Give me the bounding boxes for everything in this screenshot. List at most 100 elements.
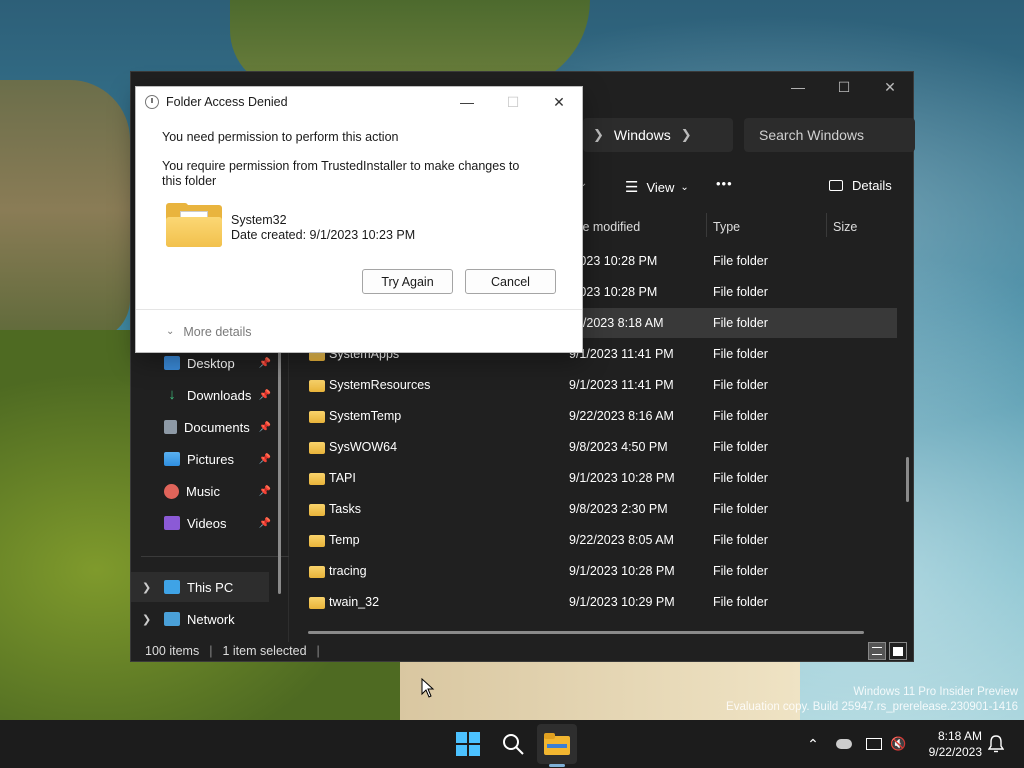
file-type: File folder [713,564,768,578]
more-details-label: More details [183,324,252,339]
chevron-right-icon[interactable]: ❯ [142,613,151,626]
picture-icon [164,452,180,466]
nav-item-pictures[interactable]: Pictures 📌 [131,444,271,474]
more-icon: ••• [716,176,733,191]
chevron-right-icon[interactable]: ❯ [681,127,692,143]
onedrive-icon[interactable] [836,739,852,749]
address-bar[interactable]: ❯ Windows ❯ [583,118,733,152]
nav-divider [141,556,289,557]
large-icons-view-icon[interactable] [889,642,907,660]
file-date: 9/22/2023 8:16 AM [569,409,674,423]
folder-icon [309,597,325,609]
column-date-modified[interactable]: te modified [579,220,640,234]
nav-item-documents[interactable]: Documents 📌 [131,412,271,442]
file-type: File folder [713,595,768,609]
file-row[interactable]: TAPI 9/1/2023 10:28 PM File folder [301,463,897,493]
nav-item-label: Desktop [187,355,235,371]
nav-item-label: This PC [187,579,234,595]
try-again-button[interactable]: Try Again [362,269,453,294]
desktop-icon [164,356,180,370]
file-row[interactable]: Temp 9/22/2023 8:05 AM File folder [301,525,897,555]
close-button[interactable]: ✕ [867,72,913,102]
dialog-titlebar[interactable]: Folder Access Denied — ☐ ✕ [136,87,582,117]
active-app-indicator [549,764,565,767]
view-button[interactable]: ☰ View ⌄ [625,178,689,196]
maximize-button: ☐ [506,93,520,110]
search-input[interactable]: Search Windows [744,118,915,152]
taskbar: ⌃ 🔇 8:18 AM 9/22/2023 [0,720,1024,768]
nav-item-music[interactable]: Music 📌 [131,476,271,506]
clock-icon [145,95,159,109]
status-divider: | [209,644,213,658]
column-size[interactable]: Size [833,220,857,234]
notifications-button[interactable] [978,720,1014,768]
system-tray: ⌃ 🔇 [804,720,906,768]
nav-item-label: Videos [187,515,227,531]
file-name: TAPI [329,471,356,485]
dialog-title: Folder Access Denied [166,95,288,109]
dialog-message: You need permission to perform this acti… [162,130,399,144]
search-button[interactable] [493,720,533,768]
maximize-button[interactable]: ☐ [821,72,867,102]
folder-icon [309,535,325,547]
column-divider[interactable] [826,213,827,237]
file-row[interactable]: twain_32 9/1/2023 10:29 PM File folder [301,587,897,617]
chevron-up-icon[interactable]: ⌃ [804,736,822,753]
folder-date-created: Date created: 9/1/2023 10:23 PM [231,228,416,242]
more-options-button[interactable]: ••• [716,176,733,191]
cancel-button[interactable]: Cancel [465,269,556,294]
nav-item-videos[interactable]: Videos 📌 [131,508,271,538]
minimize-button[interactable]: — [775,72,821,102]
details-view-icon[interactable] [868,642,886,660]
file-row[interactable]: Tasks 9/8/2023 2:30 PM File folder [301,494,897,524]
horizontal-scrollbar[interactable] [308,631,864,634]
nav-item-this-pc[interactable]: ❯ This PC [131,572,269,602]
windows-logo-icon [456,732,480,756]
explorer-caption-buttons: — ☐ ✕ [775,72,913,102]
folder-icon [309,380,325,392]
file-explorer-taskbar-button[interactable] [537,724,577,764]
file-type: File folder [713,316,768,330]
view-toggle [868,642,907,660]
file-date: 9/1/2023 10:28 PM [569,564,675,578]
chevron-down-icon: ⌄ [166,326,175,337]
pin-icon: 📌 [258,517,271,529]
file-row[interactable]: SystemTemp 9/22/2023 8:16 AM File folder [301,401,897,431]
mouse-cursor-icon [421,678,435,698]
file-row[interactable]: SystemResources 9/1/2023 11:41 PM File f… [301,370,897,400]
breadcrumb-windows[interactable]: Windows [614,127,671,143]
start-button[interactable] [448,720,488,768]
folder-icon [309,442,325,454]
file-row[interactable]: SysWOW64 9/8/2023 4:50 PM File folder [301,432,897,462]
minimize-button[interactable]: — [444,87,490,117]
nav-item-label: Music [186,483,220,499]
more-details-toggle[interactable]: ⌄ More details [136,309,582,353]
volume-muted-icon[interactable]: 🔇 [890,736,906,752]
nav-item-network[interactable]: ❯ Network [131,604,271,634]
column-type[interactable]: Type [713,220,740,234]
chevron-right-icon[interactable]: ❯ [593,127,604,143]
nav-scrollbar[interactable] [278,344,281,594]
file-type: File folder [713,347,768,361]
view-label: View [646,179,675,195]
file-type: File folder [713,533,768,547]
nav-item-downloads[interactable]: ↓ Downloads 📌 [131,380,271,410]
network-icon[interactable] [866,738,882,750]
vertical-scrollbar[interactable] [906,457,909,502]
close-button[interactable]: ✕ [536,87,582,117]
file-date: 9/8/2023 4:50 PM [569,440,668,454]
nav-item-label: Downloads [187,387,252,403]
file-date: 9/1/2023 11:41 PM [569,378,674,392]
pc-icon [164,580,180,594]
chevron-right-icon[interactable]: ❯ [142,581,151,594]
details-pane-icon [829,180,843,191]
nav-item-label: Documents [184,419,250,435]
folder-access-denied-dialog: Folder Access Denied — ☐ ✕ You need perm… [135,86,583,353]
file-name: twain_32 [329,595,380,609]
details-pane-button[interactable]: Details [829,178,892,193]
clock[interactable]: 8:18 AM 9/22/2023 [920,728,982,760]
file-explorer-icon [544,733,570,755]
file-row[interactable]: tracing 9/1/2023 10:28 PM File folder [301,556,897,586]
column-divider[interactable] [706,213,707,237]
clock-date: 9/22/2023 [928,745,982,759]
